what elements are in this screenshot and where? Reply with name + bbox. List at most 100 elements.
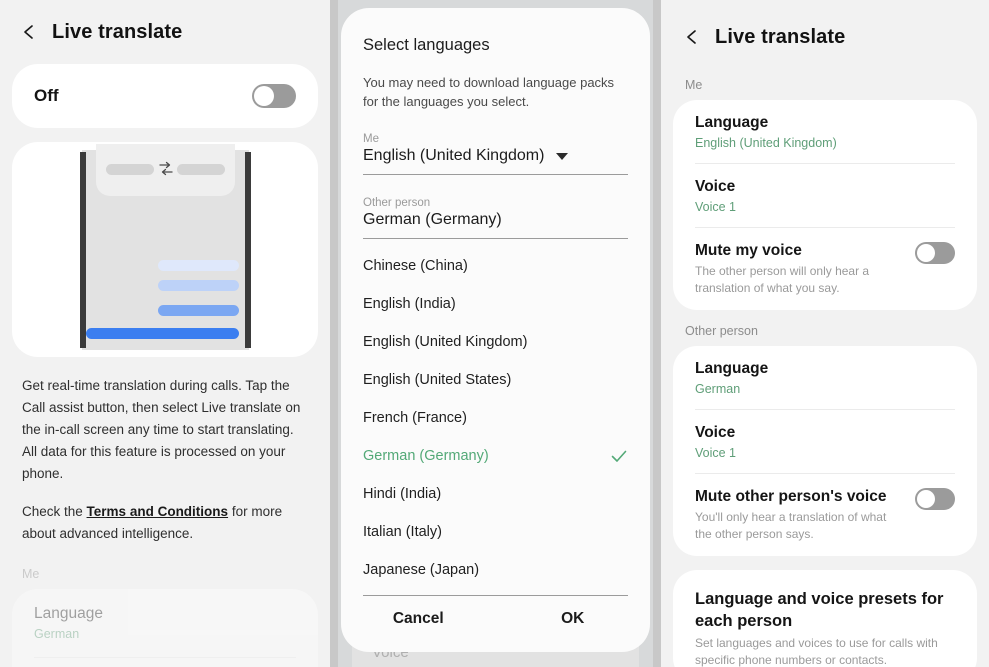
cancel-button[interactable]: Cancel [341,610,496,628]
other-voice-row[interactable]: Voice Voice 1 [673,410,977,473]
language-option-label: English (United States) [363,372,512,388]
description-paragraph-2: Check the Terms and Conditions for more … [22,501,308,545]
language-option[interactable]: English (United Kingdom) [341,323,650,361]
language-option-selected[interactable]: German (Germany) [341,437,650,475]
section-label-other-person: Other person [685,324,758,338]
mute-other-voice-text: Mute other person's voice You'll only he… [695,488,901,543]
section-label-me: Me [685,78,703,92]
call-assist-bar [95,143,235,196]
chevron-left-icon[interactable] [20,23,38,41]
other-field-value-wrap: German (Germany) [363,211,628,229]
presets-row[interactable]: Language and voice presets for each pers… [673,570,977,667]
description-paragraph-1: Get real-time translation during calls. … [22,378,301,481]
toggle-knob [917,490,935,508]
section-label-me: Me [22,567,40,581]
me-language-title: Language [695,114,769,131]
master-toggle-row[interactable]: Off [12,64,318,128]
language-option-label: German (Germany) [363,448,489,464]
language-list[interactable]: Chinese (China) English (India) English … [341,239,650,589]
tnc-prefix: Check the [22,504,87,519]
mute-my-voice-row[interactable]: Mute my voice The other person will only… [673,228,977,310]
mute-my-voice-title: Mute my voice [695,242,802,259]
me-field-label: Me [363,133,379,145]
feature-description: Get real-time translation during calls. … [0,357,330,545]
dialog-actions: Cancel OK [341,596,650,628]
me-language-row[interactable]: Language English (United Kingdom) [673,100,977,163]
me-field-value-wrap: English (United Kingdom) [363,147,628,165]
other-field-value: German (Germany) [363,211,502,228]
language-option-label: French (France) [363,410,467,426]
panel-separator-right [653,0,661,667]
left-header: Live translate [0,0,330,64]
mute-other-voice-title: Mute other person's voice [695,488,887,505]
other-voice-value: Voice 1 [695,446,737,460]
language-option-label: Chinese (China) [363,258,468,274]
select-languages-dialog: Select languages You may need to downloa… [341,8,650,652]
mute-my-voice-text: Mute my voice The other person will only… [695,242,901,297]
language-option[interactable]: English (India) [341,285,650,323]
check-icon [610,447,628,465]
toggle-knob [254,86,274,106]
right-spacer [661,556,989,570]
language-option[interactable]: Italian (Italy) [341,513,650,551]
assist-pill-right [176,163,225,175]
me-voice-row[interactable]: Voice Voice 1 [673,164,977,227]
language-option-label: English (India) [363,296,456,312]
left-voice-row[interactable]: Voice [12,658,318,667]
me-language-field[interactable]: Me English (United Kingdom) [341,111,650,165]
language-option-label: Hindi (India) [363,486,442,502]
chevron-left-icon[interactable] [683,28,701,46]
phone-edge-right [244,151,251,348]
other-person-settings-card: Language German Voice Voice 1 Mute other… [673,346,977,556]
presets-card: Language and voice presets for each pers… [673,570,977,667]
assist-pill-left [105,163,154,175]
mute-other-voice-toggle[interactable] [915,488,955,510]
left-me-card: Language German Voice [12,589,318,667]
master-toggle-card: Off [12,64,318,128]
left-language-value: German [34,627,80,641]
me-voice-value: Voice 1 [695,200,737,214]
live-translate-toggle[interactable] [252,84,296,108]
language-option-label: Italian (Italy) [363,524,442,540]
mute-other-voice-row[interactable]: Mute other person's voice You'll only he… [673,474,977,556]
middle-panel: Voice Select languages You may need to d… [338,0,653,667]
right-panel: Live translate Me Language English (Unit… [661,0,989,667]
mute-other-voice-subtitle: You'll only hear a translation of what t… [695,510,887,541]
chevron-down-icon[interactable] [556,152,569,160]
other-person-language-field[interactable]: Other person German (Germany) [341,175,650,229]
dialog-title: Select languages [363,36,490,54]
master-toggle-label: Off [34,86,59,105]
other-language-title: Language [695,360,769,377]
left-language-title: Language [34,605,103,622]
phone-edge-left [79,151,86,348]
left-panel: Live translate Off Get real-time transla… [0,0,330,667]
presets-subtitle: Set languages and voices to use for call… [695,636,938,667]
mute-my-voice-toggle[interactable] [915,242,955,264]
language-option[interactable]: French (France) [341,399,650,437]
right-header: Live translate [661,0,989,74]
panel-separator-left [330,0,338,667]
language-option-label: Japanese (Japan) [363,562,480,578]
other-field-label: Other person [363,197,431,209]
me-language-value: English (United Kingdom) [695,136,837,150]
me-field-value: English (United Kingdom) [363,147,545,164]
toggle-knob [917,244,935,262]
presets-title: Language and voice presets for each pers… [695,590,944,630]
language-option[interactable]: Japanese (Japan) [341,551,650,589]
left-language-row[interactable]: Language German [12,589,318,657]
ok-button[interactable]: OK [496,610,651,628]
me-voice-title: Voice [695,178,736,195]
caption-line-4 [85,327,239,339]
terms-and-conditions-link[interactable]: Terms and Conditions [87,504,229,519]
mute-my-voice-subtitle: The other person will only hear a transl… [695,264,870,295]
language-option-label: English (United Kingdom) [363,334,528,350]
language-option[interactable]: Hindi (India) [341,475,650,513]
language-option[interactable]: English (United States) [341,361,650,399]
me-settings-card: Language English (United Kingdom) Voice … [673,100,977,310]
other-voice-title: Voice [695,424,736,441]
dialog-description: You may need to download language packs … [363,75,615,109]
language-option[interactable]: Chinese (China) [341,247,650,285]
caption-line-2 [157,279,239,291]
other-language-row[interactable]: Language German [673,346,977,409]
three-panel-screenshot: Live translate Off Get real-time transla… [0,0,989,667]
